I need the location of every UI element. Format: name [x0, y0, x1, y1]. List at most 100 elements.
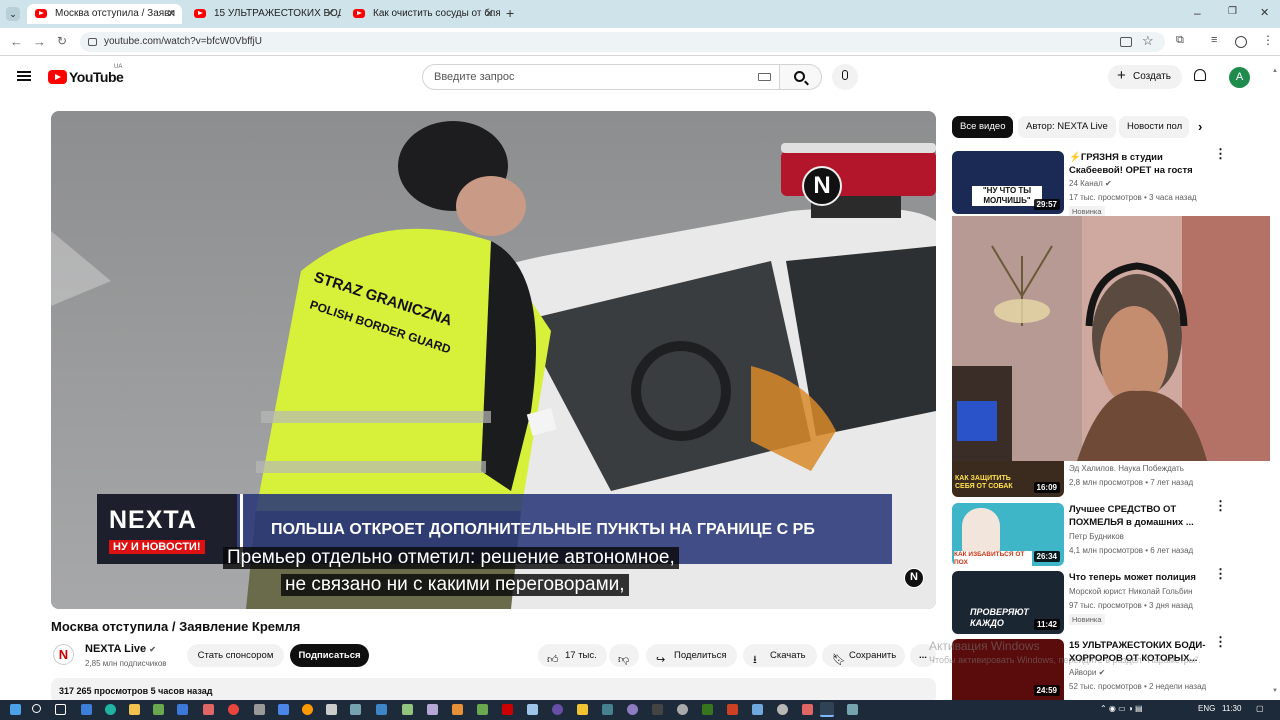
like-button[interactable]: 👍︎ 17 тыс. — [538, 644, 607, 667]
forward-icon[interactable]: → — [33, 34, 46, 49]
browser-tab-active[interactable]: Москва отступила / Заявл ✕ — [27, 4, 182, 24]
app-icon[interactable] — [727, 704, 738, 715]
browser-tab[interactable]: 15 УЛЬТРАЖЕСТОКИХ БОДИ- ✕ — [186, 4, 341, 24]
download-button[interactable]: ⭳ Скачать — [743, 644, 817, 667]
channel-avatar[interactable]: N — [53, 644, 74, 665]
notifications-bell-icon[interactable] — [1194, 69, 1206, 81]
account-avatar[interactable]: A — [1229, 67, 1250, 88]
app-icon[interactable] — [502, 704, 513, 715]
close-window-icon[interactable]: ✕ — [1260, 6, 1269, 19]
chrome-icon[interactable] — [228, 704, 239, 715]
video-title[interactable]: Лучшее СРЕДСТВО ОТ ПОХМЕЛЬЯ в домашних .… — [1069, 503, 1209, 529]
create-button[interactable]: + Создать — [1108, 65, 1182, 89]
app-icon[interactable] — [677, 704, 688, 715]
tab-search-icon[interactable]: ⌄ — [6, 7, 20, 21]
tray-icons[interactable]: ⌃ ◉ ▭ ◑ ▤ — [1100, 704, 1143, 713]
chip-news[interactable]: Новости пол — [1119, 116, 1189, 138]
channel-name[interactable]: 24 Канал ✔ — [1069, 179, 1112, 188]
windows-start-icon[interactable] — [10, 704, 21, 715]
restore-icon[interactable]: ❐ — [1228, 6, 1237, 17]
more-options-icon[interactable]: ⋮ — [1214, 147, 1227, 160]
app-icon[interactable] — [203, 704, 214, 715]
video-thumbnail[interactable]: КАК ИЗБАВИТЬСЯ ОТ ПОХ 26:34 — [952, 503, 1064, 566]
dislike-button[interactable]: 👎︎ — [609, 644, 639, 667]
reading-list-icon[interactable]: ≡ — [1211, 34, 1225, 48]
channel-name[interactable]: Морской юрист Николай Гольбин — [1069, 587, 1192, 596]
scroll-down-icon[interactable]: ▼ — [1272, 688, 1278, 694]
chip-author[interactable]: Автор: NEXTA Live — [1018, 116, 1116, 138]
new-tab-button[interactable]: + — [506, 5, 514, 21]
file-explorer-icon[interactable] — [129, 704, 140, 715]
menu-icon[interactable] — [17, 71, 31, 81]
more-options-icon[interactable]: ⋮ — [1214, 499, 1227, 512]
language-indicator[interactable]: ENG — [1198, 704, 1215, 713]
search-icon[interactable] — [32, 704, 41, 713]
app-icon[interactable] — [402, 704, 413, 715]
extensions-icon[interactable]: ⧉ — [1176, 34, 1190, 48]
browser-tab[interactable]: Как очистить сосуды от бляш ✕ — [345, 4, 500, 24]
app-icon[interactable] — [376, 704, 387, 715]
search-input[interactable]: Введите запрос — [422, 64, 780, 90]
sponsor-button[interactable]: Стать спонсором — [187, 644, 284, 667]
app-icon[interactable] — [427, 704, 438, 715]
app-icon[interactable] — [278, 704, 289, 715]
video-title[interactable]: Что теперь может полиция — [1069, 571, 1209, 584]
recommended-video[interactable]: КАК ЗАЩИТИТЬ СЕБЯ ОТ СОБАК 16:09 Эд Хали… — [952, 461, 1272, 498]
channel-name[interactable]: Петр Будников — [1069, 532, 1124, 541]
subscribe-button[interactable]: Подписаться — [290, 644, 369, 667]
app-icon[interactable] — [350, 704, 361, 715]
voice-search-button[interactable] — [832, 64, 858, 90]
app-icon[interactable] — [752, 704, 763, 715]
chrome-active-icon[interactable] — [820, 702, 834, 717]
recommended-video[interactable]: "НУ ЧТО ТЫ МОЛЧИШЬ" 29:57 ⚡ГРЯЗНЯ в студ… — [952, 147, 1272, 217]
app-icon[interactable] — [477, 704, 488, 715]
app-icon[interactable] — [81, 704, 92, 715]
app-icon[interactable] — [254, 704, 265, 715]
share-button[interactable]: ↪ Поделиться — [646, 644, 737, 667]
app-icon[interactable] — [452, 704, 463, 715]
more-options-icon[interactable]: ⋮ — [1214, 635, 1227, 648]
app-icon[interactable] — [177, 704, 188, 715]
app-icon[interactable] — [847, 704, 858, 715]
recommended-video[interactable]: ПРОВЕРЯЮТ КАЖДО 11:42 Что теперь может п… — [952, 567, 1272, 635]
video-thumbnail[interactable]: КАК ЗАЩИТИТЬ СЕБЯ ОТ СОБАК 16:09 — [952, 461, 1064, 497]
keyboard-icon[interactable] — [758, 73, 771, 81]
app-icon[interactable] — [577, 704, 588, 715]
recommended-video[interactable]: КАК ИЗБАВИТЬСЯ ОТ ПОХ 26:34 Лучшее СРЕДС… — [952, 499, 1272, 567]
task-view-icon[interactable] — [55, 704, 66, 715]
chip-all-videos[interactable]: Все видео — [952, 116, 1014, 138]
scroll-up-icon[interactable]: ▲ — [1272, 68, 1278, 74]
video-player[interactable]: STRAZ GRANICZNA POLISH BORDER GUARD N NE… — [51, 111, 936, 609]
channel-name[interactable]: NEXTA Live ✔ — [85, 643, 156, 655]
channel-name[interactable]: Эд Халилов. Наука Побеждать — [1069, 464, 1184, 473]
channel-name[interactable]: Айвори ✔ — [1069, 668, 1105, 677]
chevron-right-icon[interactable]: › — [1198, 119, 1202, 134]
video-title[interactable]: ⚡ГРЯЗНЯ в студии Скабеевой! ОРЕТ на гост… — [1069, 151, 1209, 177]
page-scrollbar[interactable]: ▲ ▼ — [1270, 56, 1280, 700]
app-icon[interactable] — [302, 704, 313, 715]
app-icon[interactable] — [326, 704, 337, 715]
install-app-icon[interactable] — [1120, 37, 1132, 47]
browser-menu-icon[interactable]: ⋮ — [1262, 33, 1276, 47]
close-tab-icon[interactable]: ✕ — [485, 4, 494, 24]
minimize-icon[interactable]: – — [1194, 6, 1201, 20]
video-thumbnail[interactable]: ПРОВЕРЯЮТ КАЖДО 11:42 — [952, 571, 1064, 634]
app-icon[interactable] — [153, 704, 164, 715]
app-icon[interactable] — [627, 704, 638, 715]
search-button[interactable] — [780, 64, 822, 90]
app-icon[interactable] — [802, 704, 813, 715]
video-thumbnail[interactable]: "НУ ЧТО ТЫ МОЛЧИШЬ" 29:57 — [952, 151, 1064, 214]
back-icon[interactable]: ← — [10, 34, 23, 49]
save-button[interactable]: 🔖︎ Сохранить — [822, 644, 905, 667]
more-options-icon[interactable]: ⋮ — [1214, 567, 1227, 580]
app-icon[interactable] — [652, 704, 663, 715]
app-icon[interactable] — [527, 704, 538, 715]
address-bar[interactable]: youtube.com/watch?v=bfcW0VbffjU — [80, 32, 1165, 52]
app-icon[interactable] — [777, 704, 788, 715]
edge-icon[interactable] — [105, 704, 116, 715]
app-icon[interactable] — [702, 704, 713, 715]
profile-icon[interactable] — [1235, 36, 1247, 48]
reload-icon[interactable]: ↻ — [57, 34, 67, 48]
site-info-icon[interactable] — [88, 38, 97, 46]
notifications-icon[interactable]: ▢ — [1256, 704, 1264, 713]
